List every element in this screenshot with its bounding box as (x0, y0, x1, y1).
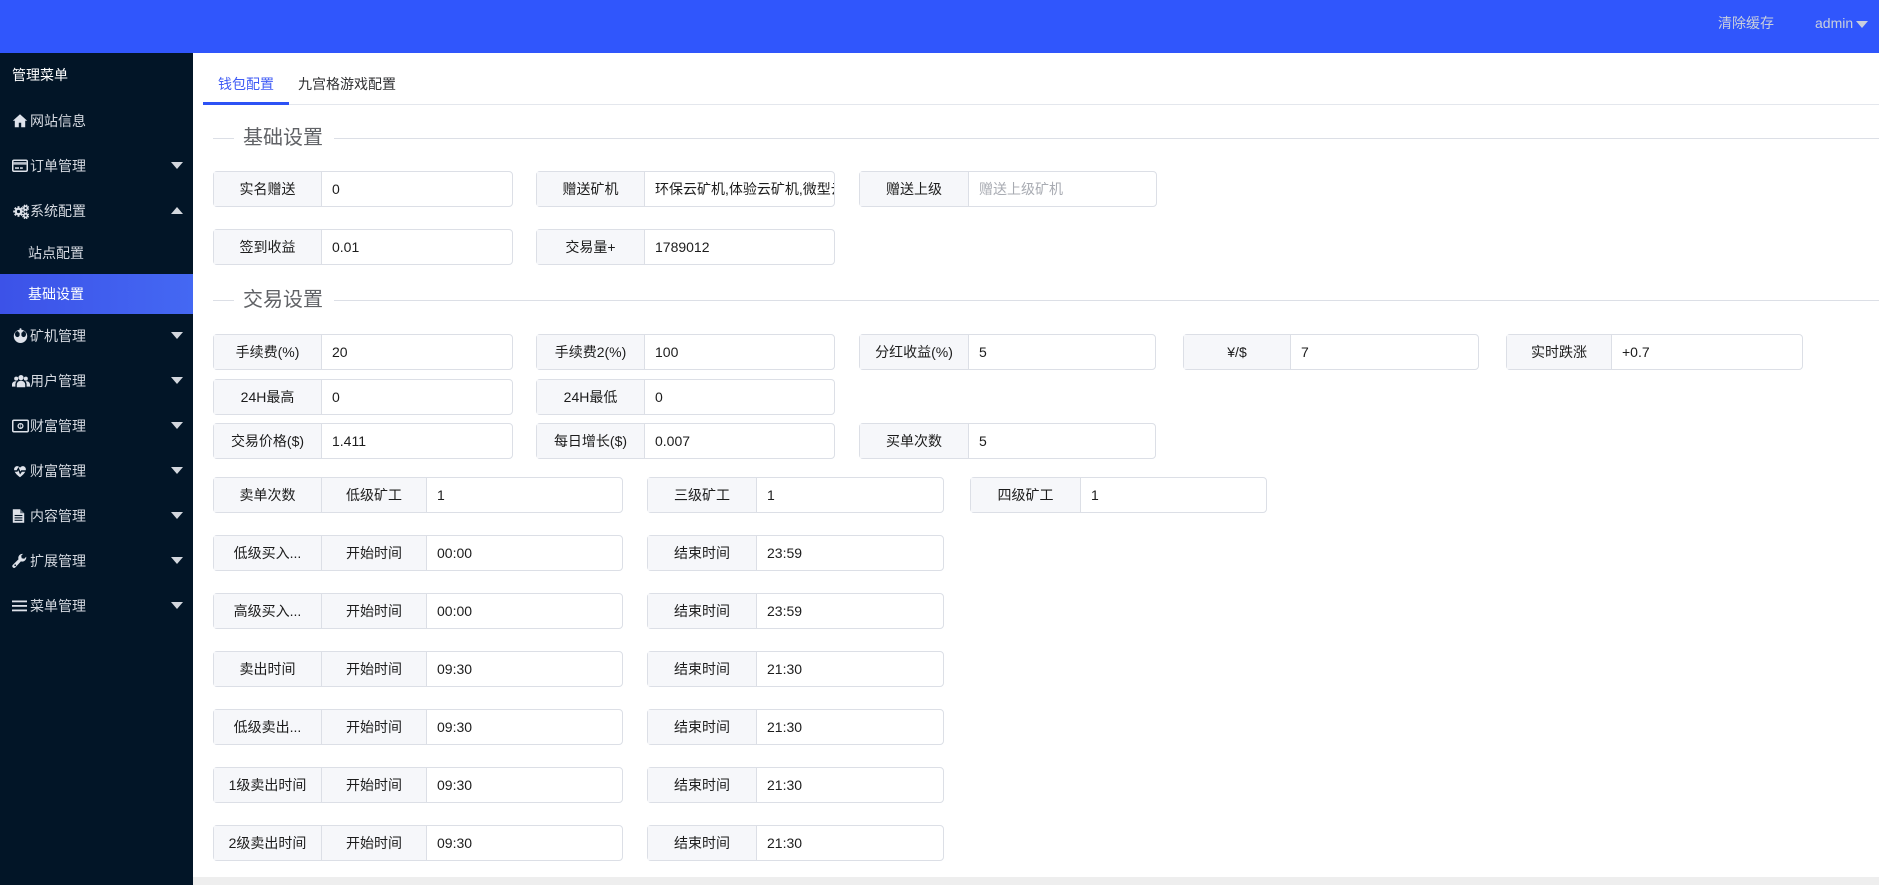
svg-text:1: 1 (19, 424, 22, 430)
